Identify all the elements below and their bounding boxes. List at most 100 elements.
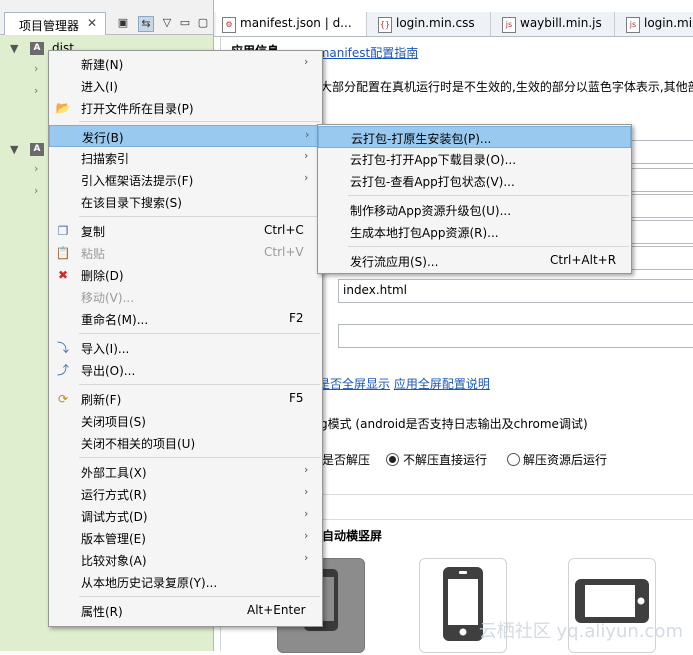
menu-item-label: 云打包-查看App打包状态(V)... xyxy=(350,175,515,189)
editor-tab-bar: ⚙ manifest.json | d... {} login.min.css … xyxy=(214,12,693,37)
menu-item-label: 从本地历史记录复原(Y)... xyxy=(81,576,218,590)
chevron-right-icon: › xyxy=(304,149,309,162)
tab-login-css[interactable]: {} login.min.css xyxy=(372,12,491,36)
context-menu: 新建(N) › 进入(I) 📂 打开文件所在目录(P) 发行(B) › 扫描索引… xyxy=(48,50,323,627)
launch-page-value: index.html xyxy=(343,283,407,297)
chevron-right-icon: › xyxy=(304,171,309,184)
menu-item-debug-as[interactable]: 调试方式(D) › xyxy=(49,505,322,527)
menu-item-framework-hints[interactable]: 引入框架语法提示(F) › xyxy=(49,169,322,191)
form-field[interactable] xyxy=(338,324,693,348)
menu-item-label: 移动(V)... xyxy=(81,291,135,305)
fullscreen-config-link[interactable]: 应用全屏配置说明 xyxy=(394,377,490,391)
form-field[interactable] xyxy=(625,168,693,192)
menu-item-cloud-open-download-dir[interactable]: 云打包-打开App下载目录(O)... xyxy=(318,148,631,170)
menu-item-resource-upgrade-package[interactable]: 制作移动App资源升级包(U)... xyxy=(318,199,631,221)
file-css-icon: {} xyxy=(378,17,392,33)
manifest-guide-link[interactable]: manifest配置指南 xyxy=(318,46,419,60)
menu-item-paste[interactable]: 📋 粘贴 Ctrl+V xyxy=(49,242,322,264)
menu-item-label: 云打包-打开App下载目录(O)... xyxy=(350,153,517,167)
menu-item-enter[interactable]: 进入(I) xyxy=(49,75,322,97)
launch-page-input[interactable]: index.html xyxy=(338,279,693,303)
menu-item-label: 比较对象(A) xyxy=(81,554,147,568)
project-icon: A xyxy=(30,143,44,156)
form-field[interactable] xyxy=(625,246,693,270)
menu-item-open-folder[interactable]: 📂 打开文件所在目录(P) xyxy=(49,97,322,119)
tab-waybill-js[interactable]: js waybill.min.js xyxy=(496,12,615,36)
menu-item-external-tools[interactable]: 外部工具(X) › xyxy=(49,461,322,483)
menu-item-properties[interactable]: 属性(R) Alt+Enter xyxy=(49,600,322,622)
menu-item-cloud-pack-status[interactable]: 云打包-查看App打包状态(V)... xyxy=(318,170,631,192)
menu-separator xyxy=(79,596,320,597)
radio-unzip[interactable] xyxy=(507,453,520,466)
radio-unzip-label: 解压资源后运行 xyxy=(523,453,608,467)
menu-item-cloud-pack-native[interactable]: 云打包-打原生安装包(P)... xyxy=(318,126,631,148)
import-icon: ⤵ xyxy=(56,341,69,355)
radio-no-unzip[interactable] xyxy=(386,453,399,466)
link-editor-icon[interactable]: ⇆ xyxy=(138,16,154,32)
menu-item-delete[interactable]: ✖ 删除(D) xyxy=(49,264,322,286)
orientation-label: 自动横竖屏 xyxy=(322,529,383,543)
chevron-right-icon: › xyxy=(304,485,309,498)
minimize-icon[interactable]: ▭ xyxy=(178,16,192,30)
menu-item-label: 属性(R) xyxy=(81,605,123,619)
menu-item-move[interactable]: 移动(V)... xyxy=(49,286,322,308)
menu-item-label: 发行流应用(S)... xyxy=(350,255,439,269)
fullscreen-label: 是否全屏显示 xyxy=(318,377,391,391)
menu-item-export[interactable]: ⤴ 导出(O)... xyxy=(49,359,322,381)
menu-item-version-control[interactable]: 版本管理(E) › xyxy=(49,527,322,549)
menu-item-label: 扫描索引 xyxy=(81,152,130,166)
menu-item-shortcut: Ctrl+C xyxy=(264,223,304,237)
menu-item-label: 引入框架语法提示(F) xyxy=(81,174,194,188)
form-field[interactable] xyxy=(625,140,693,164)
menu-item-rename[interactable]: 重命名(M)... F2 xyxy=(49,308,322,330)
menu-item-compare-with[interactable]: 比较对象(A) › xyxy=(49,549,322,571)
menu-item-publish-stream-app[interactable]: 发行流应用(S)... Ctrl+Alt+R xyxy=(318,250,631,272)
tab-project-manager[interactable]: 项目管理器 ✕ xyxy=(4,12,106,35)
menu-item-import[interactable]: ⤵ 导入(I)... xyxy=(49,337,322,359)
tab-manifest-json[interactable]: ⚙ manifest.json | d... xyxy=(216,12,367,36)
chevron-right-icon[interactable]: › xyxy=(34,184,38,197)
tab-label: waybill.min.js xyxy=(520,16,602,30)
form-field[interactable] xyxy=(625,220,693,244)
project-icon: A xyxy=(30,42,44,55)
chevron-right-icon[interactable]: › xyxy=(34,162,38,175)
menu-item-label: 外部工具(X) xyxy=(81,466,147,480)
menu-item-label: 制作移动App资源升级包(U)... xyxy=(350,204,512,218)
menu-item-scan-index[interactable]: 扫描索引 › xyxy=(49,147,322,169)
menu-item-label: 关闭不相关的项目(U) xyxy=(81,437,196,451)
close-icon[interactable]: ✕ xyxy=(87,16,97,30)
collapse-all-icon[interactable]: ▣ xyxy=(116,16,130,30)
menu-item-local-pack-resources[interactable]: 生成本地打包App资源(R)... xyxy=(318,221,631,243)
menu-item-label: 在该目录下搜索(S) xyxy=(81,196,182,210)
tab-login-min[interactable]: js login.min... xyxy=(620,12,693,36)
maximize-icon[interactable]: ▢ xyxy=(196,16,210,30)
chevron-right-icon[interactable]: › xyxy=(34,84,38,97)
chevron-down-icon[interactable]: ▼ xyxy=(10,42,18,55)
menu-item-restore-history[interactable]: 从本地历史记录复原(Y)... xyxy=(49,571,322,593)
menu-item-label: 删除(D) xyxy=(81,269,124,283)
menu-item-run-as[interactable]: 运行方式(R) › xyxy=(49,483,322,505)
publish-submenu: 云打包-打原生安装包(P)... 云打包-打开App下载目录(O)... 云打包… xyxy=(317,124,632,274)
file-json-icon: ⚙ xyxy=(222,17,236,33)
menu-separator xyxy=(348,195,629,196)
chevron-right-icon[interactable]: › xyxy=(34,62,38,75)
refresh-icon: ⟳ xyxy=(57,392,69,406)
menu-item-close-project[interactable]: 关闭项目(S) xyxy=(49,410,322,432)
menu-item-close-unrelated[interactable]: 关闭不相关的项目(U) xyxy=(49,432,322,454)
copy-icon: ❐ xyxy=(57,224,69,238)
menu-item-search-in-dir[interactable]: 在该目录下搜索(S) xyxy=(49,191,322,213)
menu-item-copy[interactable]: ❐ 复制 Ctrl+C xyxy=(49,220,322,242)
form-field[interactable] xyxy=(625,194,693,218)
menu-item-shortcut: Alt+Enter xyxy=(247,603,306,617)
menu-separator xyxy=(79,457,320,458)
menu-item-publish[interactable]: 发行(B) › xyxy=(49,125,322,147)
fullscreen-row: 是否全屏显示 应用全屏配置说明 xyxy=(318,375,490,392)
watermark-text: 云栖社区 yq.aliyun.com xyxy=(478,621,683,642)
menu-item-new[interactable]: 新建(N) › xyxy=(49,53,322,75)
chevron-down-icon[interactable]: ▼ xyxy=(10,143,18,156)
menu-item-refresh[interactable]: ⟳ 刷新(F) F5 xyxy=(49,388,322,410)
explorer-tab-bar: 项目管理器 ✕ ▣ ⇆ ▽ ▭ ▢ xyxy=(0,0,213,35)
menu-item-shortcut: Ctrl+Alt+R xyxy=(550,253,617,267)
view-menu-icon[interactable]: ▽ xyxy=(160,16,174,30)
tab-label: manifest.json | d... xyxy=(240,16,352,30)
